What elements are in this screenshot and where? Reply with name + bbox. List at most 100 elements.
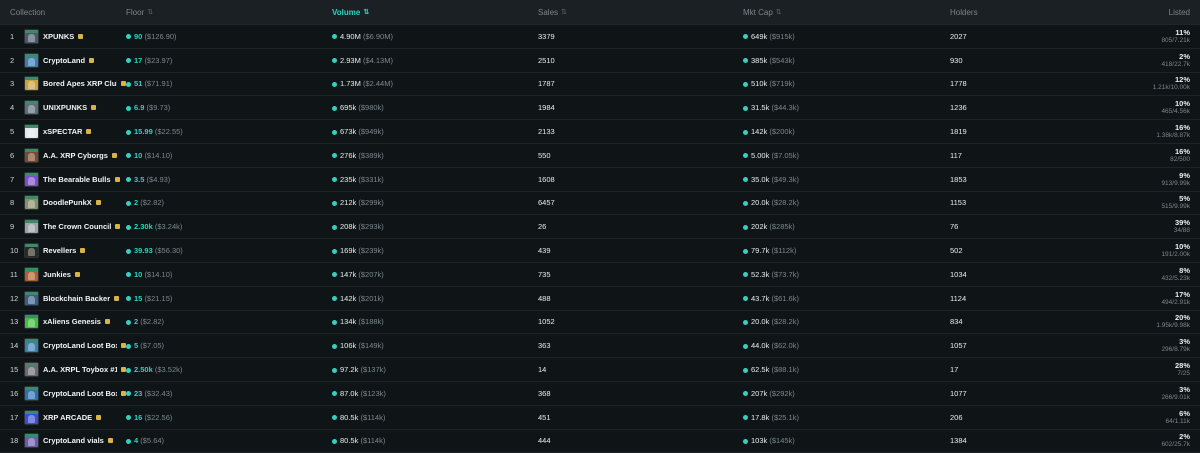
sales-value: 14: [538, 365, 547, 375]
collection-cell[interactable]: CryptoLand vials: [24, 433, 126, 449]
collection-cell[interactable]: A.A. XRPL Toybox #1: [24, 362, 126, 378]
collection-cell[interactable]: xSPECTAR: [24, 124, 126, 140]
collection-name[interactable]: xAliens Genesis: [43, 317, 101, 326]
collection-thumbnail: [24, 338, 39, 354]
collection-name[interactable]: DoodlePunkX: [43, 198, 92, 207]
table-row[interactable]: 1 XPUNKS 90 ($126.90) 4.90M ($6.90M) 3379 649…: [0, 25, 1200, 49]
mcap-usd: ($292k): [769, 388, 795, 398]
table-row[interactable]: 10 Revellers 39.93 ($56.30) 169k ($239k) 439…: [0, 239, 1200, 263]
header-sales[interactable]: Sales ⇅: [538, 8, 743, 17]
xrp-tag: [25, 267, 38, 271]
listed-ratio: 296/8.79k: [1161, 346, 1190, 354]
collection-cell[interactable]: XRP ARCADE: [24, 409, 126, 425]
table-row[interactable]: 18 CryptoLand vials 4 ($5.64) 80.5k ($114k)…: [0, 430, 1200, 453]
collection-cell[interactable]: Revellers: [24, 243, 126, 259]
collection-cell[interactable]: The Bearable Bulls: [24, 171, 126, 187]
mcap-value: 20.0k: [751, 198, 770, 208]
collection-thumbnail: [24, 124, 39, 140]
collection-cell[interactable]: Blockchain Backer: [24, 290, 126, 306]
table-row[interactable]: 6 A.A. XRP Cyborgs 10 ($14.10) 276k ($389k)…: [0, 144, 1200, 168]
header-listed[interactable]: Listed: [1100, 8, 1200, 17]
header-holders[interactable]: Holders: [950, 8, 1100, 17]
collection-cell[interactable]: CryptoLand Loot Box: [24, 338, 126, 354]
table-row[interactable]: 17 XRP ARCADE 16 ($22.56) 80.5k ($114k) 451 1…: [0, 406, 1200, 430]
table-row[interactable]: 11 Junkies 10 ($14.10) 147k ($207k) 735 52.3k…: [0, 263, 1200, 287]
volume-cell: 147k ($207k): [332, 270, 538, 279]
table-row[interactable]: 8 DoodlePunkX 2 ($2.82) 212k ($299k) 6457 20.…: [0, 192, 1200, 216]
mcap-cell: 510k ($719k): [743, 79, 950, 88]
collection-name[interactable]: Bored Apes XRP Club: [43, 79, 117, 88]
token-dot-icon: [743, 153, 748, 159]
table-row[interactable]: 3 Bored Apes XRP Club 51 ($71.91) 1.73M ($2…: [0, 73, 1200, 97]
volume-value: 235k: [340, 174, 357, 184]
collection-name[interactable]: CryptoLand Loot Box: [43, 341, 117, 350]
mcap-usd: ($28.2k): [771, 198, 799, 208]
collection-cell[interactable]: XPUNKS: [24, 28, 126, 44]
collection-name[interactable]: A.A. XRP Cyborgs: [43, 151, 108, 160]
collection-name[interactable]: A.A. XRPL Toybox #1: [43, 365, 117, 374]
collection-cell[interactable]: Junkies: [24, 266, 126, 282]
header-volume[interactable]: Volume ⇅: [332, 8, 538, 17]
listed-percent: 39%: [1174, 218, 1190, 228]
collection-name[interactable]: Junkies: [43, 270, 71, 279]
collection-name[interactable]: XPUNKS: [43, 32, 74, 41]
floor-value: 10: [134, 269, 143, 279]
listed-percent: 6%: [1179, 408, 1190, 418]
collection-name[interactable]: CryptoLand Loot Box K...: [43, 389, 117, 398]
token-dot-icon: [332, 177, 337, 183]
holders-value: 76: [950, 222, 959, 232]
table-row[interactable]: 14 CryptoLand Loot Box 5 ($7.05) 106k ($149…: [0, 334, 1200, 359]
xrp-tag: [25, 196, 38, 200]
header-collection-label: Collection: [10, 7, 46, 17]
collection-name[interactable]: CryptoLand vials: [43, 436, 104, 445]
table-row[interactable]: 16CryptoLand Loot Box K...23 ($32.43)87.…: [0, 382, 1200, 406]
listed-ratio: 7/25: [1177, 370, 1190, 378]
collection-cell[interactable]: UNIXPUNKS: [24, 100, 126, 116]
collection-name[interactable]: CryptoLand: [43, 56, 85, 65]
collection-name[interactable]: The Crown Council: [43, 222, 111, 231]
collection-cell[interactable]: A.A. XRP Cyborgs: [24, 147, 126, 163]
listed-ratio: 913/9.99k: [1161, 179, 1190, 187]
volume-value: 4.90M: [340, 31, 361, 41]
header-collection[interactable]: Collection: [0, 8, 126, 17]
xrp-tag: [25, 53, 38, 57]
floor-usd: ($56.30): [154, 246, 183, 256]
collections-table: Collection Floor ⇅ Volume ⇅ Sales ⇅ Mkt …: [0, 0, 1200, 453]
mcap-usd: ($915k): [769, 31, 795, 41]
collection-cell[interactable]: DoodlePunkX: [24, 195, 126, 211]
collection-cell[interactable]: CryptoLand Loot Box K...: [24, 385, 126, 401]
table-row[interactable]: 4 UNIXPUNKS 6.9 ($9.73) 695k ($980k) 1984 31.…: [0, 96, 1200, 121]
table-row[interactable]: 13 xAliens Genesis 2 ($2.82) 134k ($188k) 10…: [0, 311, 1200, 335]
table-row[interactable]: 9 The Crown Council 2.30k ($3.24k) 208k ($2…: [0, 215, 1200, 240]
token-dot-icon: [743, 415, 748, 421]
collection-name[interactable]: The Bearable Bulls: [43, 175, 111, 184]
table-row[interactable]: 15 A.A. XRPL Toybox #1 2.50k ($3.52k) 97.2k…: [0, 358, 1200, 382]
collection-name[interactable]: Blockchain Backer: [43, 294, 110, 303]
collection-name[interactable]: Revellers: [43, 246, 76, 255]
collection-name[interactable]: xSPECTAR: [43, 127, 82, 136]
collection-name[interactable]: XRP ARCADE: [43, 413, 92, 422]
listed-cell: 9% 913/9.99k: [1100, 171, 1200, 188]
table-row[interactable]: 7 The Bearable Bulls 3.5 ($4.93) 235k ($331…: [0, 168, 1200, 192]
collection-cell[interactable]: CryptoLand: [24, 52, 126, 68]
collection-cell[interactable]: xAliens Genesis: [24, 314, 126, 330]
listed-ratio: 465/4.56k: [1161, 108, 1190, 116]
mcap-cell: 79.7k ($112k): [743, 246, 950, 255]
header-floor[interactable]: Floor ⇅: [126, 8, 332, 17]
sort-arrows-icon: ⇅: [363, 9, 370, 16]
table-row[interactable]: 5 xSPECTAR 15.99 ($22.55) 673k ($949k) 2133 1…: [0, 120, 1200, 144]
floor-cell: 10 ($14.10): [126, 270, 332, 279]
header-mcap[interactable]: Mkt Cap ⇅: [743, 8, 950, 17]
table-row[interactable]: 12 Blockchain Backer 15 ($21.15) 142k ($201…: [0, 287, 1200, 311]
floor-value: 2: [134, 198, 139, 208]
collection-thumbnail: [24, 385, 39, 401]
listed-cell: 6% 64/1.11k: [1100, 409, 1200, 426]
token-dot-icon: [126, 272, 131, 278]
collection-name[interactable]: UNIXPUNKS: [43, 103, 87, 112]
collection-cell[interactable]: The Crown Council: [24, 219, 126, 235]
collection-cell[interactable]: Bored Apes XRP Club: [24, 76, 126, 92]
collection-thumbnail: [24, 314, 39, 330]
volume-value: 106k: [340, 341, 357, 351]
holders-value: 1384: [950, 436, 967, 446]
table-row[interactable]: 2 CryptoLand 17 ($23.97) 2.93M ($4.13M) 2510…: [0, 49, 1200, 73]
